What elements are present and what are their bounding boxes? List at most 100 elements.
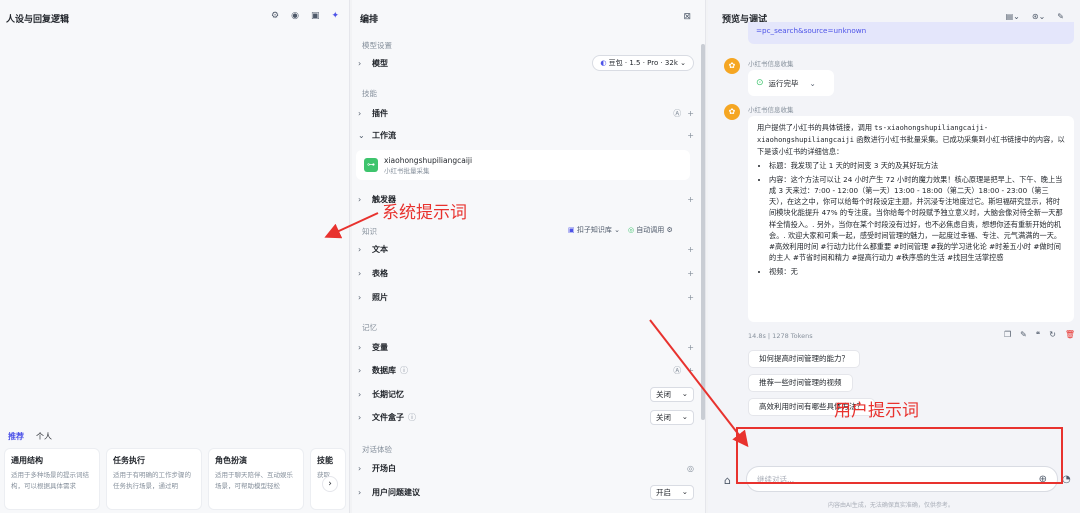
template-card[interactable]: 任务执行 适用于有明确的工作步骤的任务执行场景，通过明: [106, 448, 202, 510]
row-database[interactable]: › 数据库 ⓘ Ⓐ +: [358, 361, 694, 379]
chevron-right-icon: ›: [358, 58, 362, 68]
row-file-box[interactable]: › 文件盒子 ⓘ 关闭 ⌄: [358, 408, 694, 426]
disclaimer: 内容由AI生成，无法确保真实准确，仅供参考。: [828, 502, 954, 509]
template-title: 任务执行: [113, 456, 145, 465]
template-card[interactable]: 通用结构 适用于多种场景的提示词结构，可以根据具体需求: [4, 448, 100, 510]
annotation-box: [736, 427, 1063, 484]
add-icon[interactable]: +: [687, 293, 694, 302]
auto-icon[interactable]: Ⓐ: [673, 365, 681, 376]
auto-icon[interactable]: Ⓐ: [673, 108, 681, 119]
clear-history-icon[interactable]: ⌂: [724, 474, 731, 487]
chevron-right-icon: ›: [358, 268, 362, 278]
template-desc: 适用于有明确的工作步骤的任务执行场景，通过明: [113, 471, 191, 490]
row-suggest[interactable]: › 用户问题建议 开启 ⌄: [358, 483, 694, 501]
kb-auto: 自动调用: [636, 226, 665, 234]
persona-panel: 人设与回复逻辑 ⚙ ◉ ▣ ✦ 推荐 个人: [0, 0, 350, 513]
answer-text: 用户提供了小红书的具体链接，调用: [757, 123, 875, 132]
suggestion-chip[interactable]: 推荐一些时间管理的视频: [748, 374, 853, 392]
workflow-card[interactable]: ⊶ xiaohongshupiliangcaiji 小红书批量采集: [356, 150, 690, 180]
delete-icon[interactable]: 🗑: [1065, 330, 1075, 339]
collapse-icon[interactable]: ⊠: [683, 12, 691, 22]
prompt-editor[interactable]: [0, 30, 349, 426]
doubao-icon: ◐: [600, 59, 607, 67]
scrollbar[interactable]: [701, 44, 705, 420]
lightbulb-icon[interactable]: ◉: [291, 11, 299, 21]
row-label: 文件盒子: [372, 412, 404, 422]
persona-title: 人设与回复逻辑: [6, 15, 70, 25]
row-model[interactable]: › 模型 ◐ 豆包 · 1.5 · Pro · 32k ⌄: [358, 54, 694, 72]
chevron-right-icon: ›: [358, 244, 362, 254]
chevron-down-icon: ⌄: [809, 78, 816, 88]
chevron-right-icon[interactable]: ›: [322, 476, 338, 492]
template-desc: 适用于聊天陪伴、互动娱乐场景，可帮助模型轻松: [215, 471, 293, 490]
chevron-down-icon: ⌄: [358, 130, 365, 140]
previous-message: =pc_search&source=unknown: [748, 22, 1074, 44]
model-selector[interactable]: ◐ 豆包 · 1.5 · Pro · 32k ⌄: [592, 55, 694, 71]
select-value: 关闭: [656, 412, 671, 422]
info-icon[interactable]: ⓘ: [408, 412, 416, 423]
section-memory: 记忆: [362, 323, 377, 332]
row-text[interactable]: › 文本 +: [358, 240, 694, 258]
info-icon[interactable]: ⓘ: [400, 365, 408, 376]
suggestion-chip[interactable]: 如何提高时间管理的能力？: [748, 350, 860, 368]
row-label: 表格: [372, 268, 388, 278]
chevron-right-icon: ›: [358, 463, 362, 473]
bot-name: 小红书信息收集: [748, 106, 794, 114]
add-icon[interactable]: +: [687, 195, 694, 204]
answer-intro: 用户提供了小红书的具体链接，调用 ts-xiaohongshupiliangca…: [757, 122, 1065, 158]
status-bubble[interactable]: ⊙ 运行完毕 ⌄: [748, 70, 834, 96]
suggest-select[interactable]: 开启 ⌄: [650, 484, 694, 500]
add-icon[interactable]: +: [687, 109, 694, 118]
row-long-memory[interactable]: › 长期记忆 关闭 ⌄: [358, 385, 694, 403]
row-label: 用户问题建议: [372, 487, 420, 497]
refresh-icon[interactable]: ↻: [1049, 330, 1056, 339]
section-knowledge: 知识: [362, 227, 377, 236]
chevron-right-icon: ›: [358, 389, 362, 399]
template-card[interactable]: 角色扮演 适用于聊天陪伴、互动娱乐场景，可帮助模型轻松: [208, 448, 304, 510]
row-plugin[interactable]: › 插件 Ⓐ +: [358, 104, 694, 122]
edit-icon[interactable]: ✎: [1020, 330, 1027, 339]
bot-avatar: ✿: [724, 58, 740, 74]
robot-icon[interactable]: ⚙: [271, 11, 279, 21]
add-icon[interactable]: +: [687, 366, 694, 375]
bot-avatar: ✿: [724, 104, 740, 120]
quote-icon[interactable]: ❝: [1036, 330, 1040, 339]
kb-source-select[interactable]: ▣ 扣子知识库 ⌄: [568, 225, 620, 235]
tab-personal[interactable]: 个人: [36, 431, 52, 442]
chevron-down-icon: ⌄: [681, 486, 688, 496]
section-skills: 技能: [362, 89, 377, 98]
copy-icon[interactable]: ❐: [1004, 330, 1011, 339]
annotation-system-prompt: 系统提示词: [382, 203, 467, 223]
add-icon[interactable]: +: [687, 269, 694, 278]
row-label: 模型: [372, 58, 388, 68]
settings-icon[interactable]: ◎: [687, 464, 694, 473]
debug-icon[interactable]: ⊛⌄: [1032, 12, 1045, 21]
template-title: 通用结构: [11, 456, 43, 465]
row-table[interactable]: › 表格 +: [358, 264, 694, 282]
long-memory-select[interactable]: 关闭 ⌄: [650, 386, 694, 402]
layout-icon[interactable]: ▣: [311, 11, 320, 21]
chevron-down-icon: ⌄: [681, 388, 688, 398]
workflow-icon: ⊶: [364, 158, 378, 172]
add-icon[interactable]: +: [687, 343, 694, 352]
response-meta: 14.8s | 1278 Tokens: [748, 332, 813, 340]
file-box-select[interactable]: 关闭 ⌄: [650, 409, 694, 425]
workflow-desc: 小红书批量采集: [384, 166, 430, 175]
mic-icon[interactable]: ◔: [1062, 474, 1071, 485]
row-opening[interactable]: › 开场白 ◎: [358, 459, 694, 477]
kb-source: 扣子知识库: [576, 226, 612, 234]
model-value: 豆包 · 1.5 · Pro · 32k: [608, 59, 678, 67]
answer-item: 视频：无: [769, 266, 1065, 277]
row-workflow[interactable]: ⌄ 工作流 +: [358, 126, 694, 144]
row-variable[interactable]: › 变量 +: [358, 338, 694, 356]
magic-icon[interactable]: ✦: [331, 11, 339, 21]
tab-recommended[interactable]: 推荐: [8, 431, 24, 442]
row-label: 插件: [372, 108, 388, 118]
row-image[interactable]: › 照片 +: [358, 288, 694, 306]
add-icon[interactable]: +: [687, 245, 694, 254]
kb-auto-select[interactable]: ◎ 自动调用 ⚙: [628, 225, 673, 235]
clear-icon[interactable]: ▤⌄: [1006, 12, 1020, 21]
more-icon[interactable]: ✎: [1057, 12, 1064, 21]
add-icon[interactable]: +: [687, 131, 694, 140]
answer-item: 内容：这个方法可以让 24 小时产生 72 小时的魔力效果！核心原理是把早上、下…: [769, 174, 1065, 264]
